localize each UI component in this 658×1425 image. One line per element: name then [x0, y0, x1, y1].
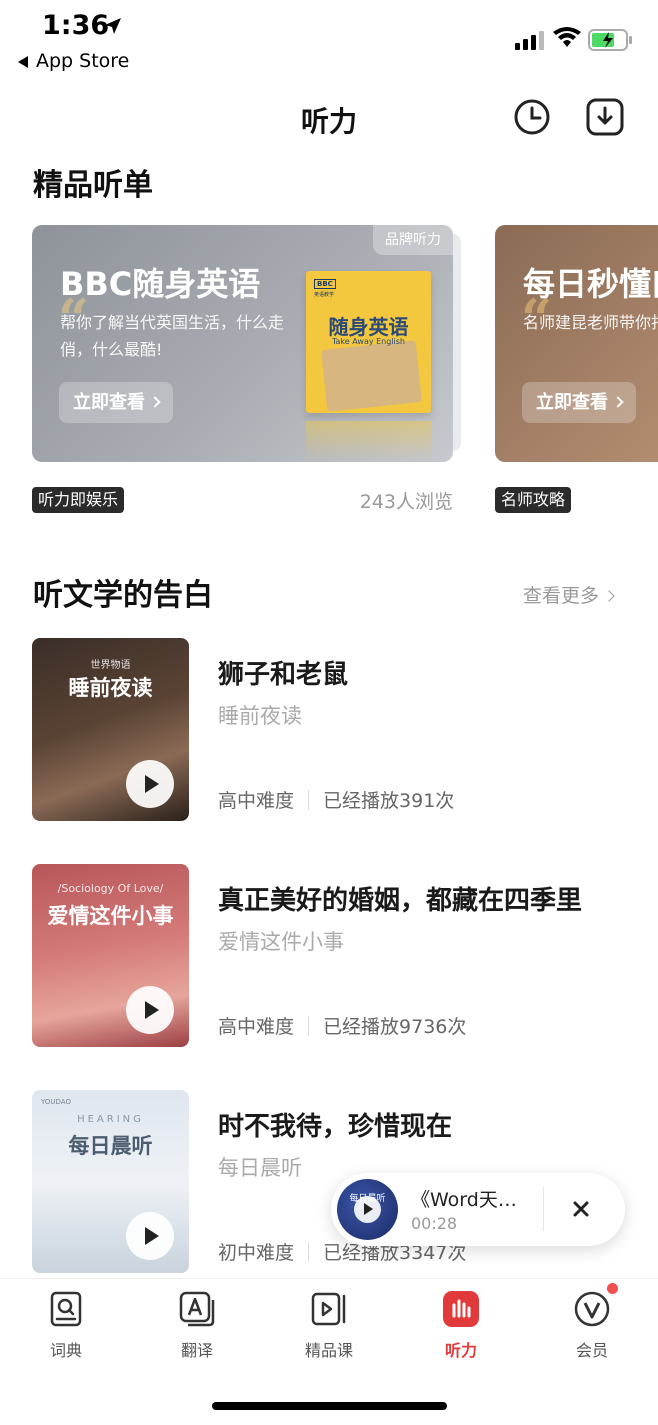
tab-dictionary[interactable]: 词典 — [16, 1291, 116, 1361]
list-item[interactable]: /Sociology Of Love/ 爱情这件小事 真正美好的婚姻，都藏在四季… — [0, 864, 658, 1050]
item-thumbnail: /Sociology Of Love/ 爱情这件小事 — [32, 864, 189, 1047]
listening-icon — [443, 1291, 479, 1327]
tab-label: 会员 — [575, 1341, 608, 1360]
thumb-subcaption: 世界物语 — [90, 660, 131, 671]
divider — [308, 1016, 310, 1036]
player-time: 00:28 — [411, 1214, 458, 1233]
play-icon[interactable] — [126, 760, 174, 808]
item-subtitle: 爱情这件小事 — [218, 930, 344, 954]
chevron-right-icon — [149, 396, 161, 408]
brand-tag: 品牌听力 — [373, 225, 453, 255]
home-indicator — [212, 1402, 447, 1410]
video-course-icon — [311, 1292, 346, 1326]
item-title: 时不我待，珍惜现在 — [218, 1112, 453, 1142]
thumb-subcaption: /Sociology Of Love/ — [57, 882, 164, 895]
status-bar: 1:36 App Store — [0, 0, 658, 80]
tab-label: 词典 — [49, 1341, 82, 1360]
tab-label: 精品课 — [304, 1341, 353, 1360]
battery-icon — [588, 29, 632, 51]
difficulty-level: 高中难度 — [218, 1016, 295, 1038]
view-now-button[interactable]: 立即查看 — [59, 382, 173, 423]
thumb-brand: YOUDAO — [41, 1098, 71, 1106]
tab-vip[interactable]: 会员 — [542, 1283, 642, 1361]
thumb-caption: 爱情这件小事 — [47, 903, 174, 928]
card-tag: 听力即娱乐 — [32, 487, 125, 513]
play-icon[interactable] — [126, 986, 174, 1034]
page-title: 听力 — [300, 105, 357, 138]
player-title: 《Word天… — [411, 1189, 517, 1211]
back-triangle-icon — [18, 55, 28, 68]
item-thumbnail: YOUDAO HEARING 每日晨听 — [32, 1090, 189, 1273]
item-thumbnail: 世界物语 睡前夜读 — [32, 638, 189, 821]
view-now-label: 立即查看 — [536, 392, 608, 413]
chevron-right-icon — [603, 590, 615, 602]
tab-listening[interactable]: 听力 — [411, 1291, 511, 1361]
close-icon[interactable] — [569, 1197, 593, 1221]
item-subtitle: 睡前夜读 — [218, 704, 302, 728]
book-sub: 英语教学 — [314, 292, 335, 298]
view-count: 243人浏览 — [359, 491, 453, 513]
item-title: 真正美好的婚姻，都藏在四季里 — [218, 886, 583, 916]
tab-label: 翻译 — [180, 1341, 213, 1360]
item-subtitle: 每日晨听 — [218, 1156, 302, 1180]
divider — [308, 1242, 310, 1262]
difficulty-level: 高中难度 — [218, 790, 295, 812]
card-tag: 名师攻略 — [495, 487, 572, 513]
book-title: 随身英语 — [328, 315, 409, 339]
tab-courses[interactable]: 精品课 — [279, 1291, 379, 1361]
view-now-label: 立即查看 — [73, 392, 145, 413]
dictionary-icon — [50, 1291, 82, 1327]
play-count: 已经播放391次 — [323, 790, 455, 812]
cellular-signal-icon — [515, 31, 544, 50]
translate-icon — [179, 1291, 215, 1327]
clock-icon[interactable] — [513, 98, 551, 136]
book-english-title: Take Away English — [331, 337, 406, 346]
play-icon[interactable] — [354, 1196, 381, 1223]
view-more-label: 查看更多 — [523, 585, 600, 607]
thumb-caption: 每日晨听 — [68, 1133, 153, 1158]
book-cover: BBC 英语教学 随身英语 Take Away English — [306, 271, 431, 413]
status-time: 1:36 — [42, 10, 110, 41]
thumb-subcaption: HEARING — [77, 1114, 144, 1125]
wifi-icon — [553, 27, 581, 47]
tab-translate[interactable]: 翻译 — [147, 1291, 247, 1361]
item-meta: 高中难度 已经播放391次 — [218, 786, 454, 813]
divider — [308, 790, 310, 810]
featured-card-daily[interactable]: 每日秒懂口 “ 名师建昆老师带你打卡，听力上分so 立即查看 — [495, 225, 658, 462]
location-arrow-icon — [105, 18, 121, 34]
back-to-app-store[interactable]: App Store — [18, 50, 129, 72]
item-title: 狮子和老鼠 — [218, 660, 349, 690]
view-more-link[interactable]: 查看更多 — [523, 581, 615, 608]
list-item[interactable]: 世界物语 睡前夜读 狮子和老鼠 睡前夜读 高中难度 已经播放391次 — [0, 638, 658, 824]
featured-section-title: 精品听单 — [33, 168, 153, 203]
item-meta: 高中难度 已经播放9736次 — [218, 1012, 466, 1039]
notification-dot — [607, 1283, 618, 1294]
chevron-right-icon — [612, 396, 624, 408]
literature-section-title: 听文学的告白 — [33, 578, 213, 613]
book-logo: BBC — [314, 279, 336, 289]
difficulty-level: 初中难度 — [218, 1242, 295, 1264]
featured-card-bbc[interactable]: 品牌听力 BBC随身英语 “ 帮你了解当代英国生活，什么走俏，什么最酷! 立即查… — [32, 225, 453, 462]
view-now-button[interactable]: 立即查看 — [522, 382, 636, 423]
vip-icon — [574, 1291, 610, 1327]
book-bag-graphic — [321, 340, 422, 412]
mini-player[interactable]: 每日晨听 《Word天… 00:28 — [331, 1173, 625, 1246]
play-count: 已经播放9736次 — [323, 1016, 467, 1038]
card-description: 帮你了解当代英国生活，什么走俏，什么最酷! — [60, 313, 285, 359]
vip-icon-wrap — [574, 1283, 618, 1327]
back-label: App Store — [36, 50, 130, 72]
card-title: BBC随身英语 — [60, 265, 261, 303]
thumb-caption: 睡前夜读 — [68, 675, 153, 700]
tab-label: 听力 — [444, 1341, 477, 1360]
download-icon[interactable] — [586, 98, 624, 136]
card-description: 名师建昆老师带你打卡，听力上分so — [523, 313, 658, 332]
play-icon[interactable] — [126, 1212, 174, 1260]
player-cover: 每日晨听 — [337, 1179, 398, 1240]
book-reflection — [306, 421, 431, 461]
divider — [543, 1187, 544, 1231]
